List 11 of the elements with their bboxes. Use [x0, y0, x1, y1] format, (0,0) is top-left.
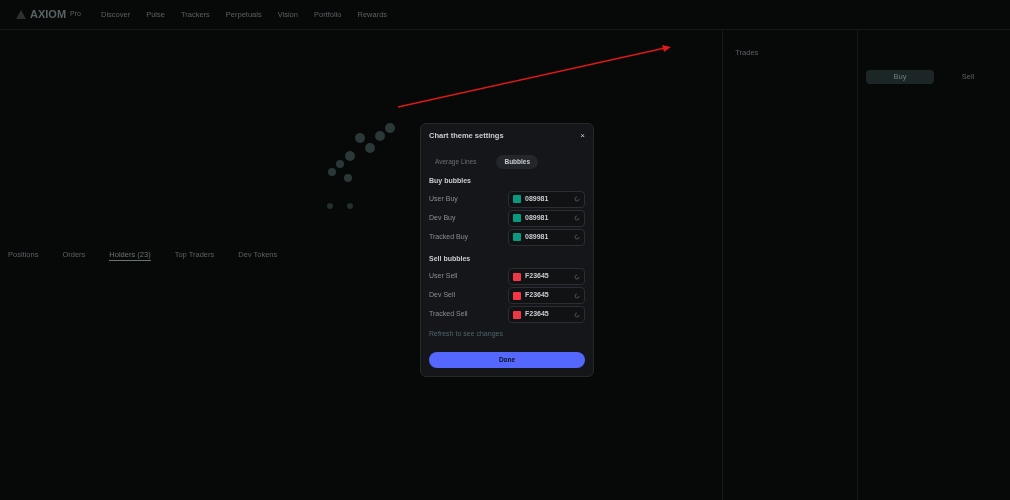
- reset-icon[interactable]: [574, 311, 580, 318]
- reset-icon[interactable]: [574, 273, 580, 280]
- reset-icon[interactable]: [574, 196, 580, 202]
- reset-icon[interactable]: [574, 292, 580, 299]
- reset-icon[interactable]: [574, 234, 580, 240]
- logo-text: AXIOM: [30, 7, 67, 23]
- reset-icon[interactable]: [574, 215, 580, 221]
- logo-icon: [16, 10, 26, 19]
- bubble: [347, 203, 353, 209]
- bubble: [327, 203, 333, 209]
- close-button[interactable]: ×: [580, 132, 585, 140]
